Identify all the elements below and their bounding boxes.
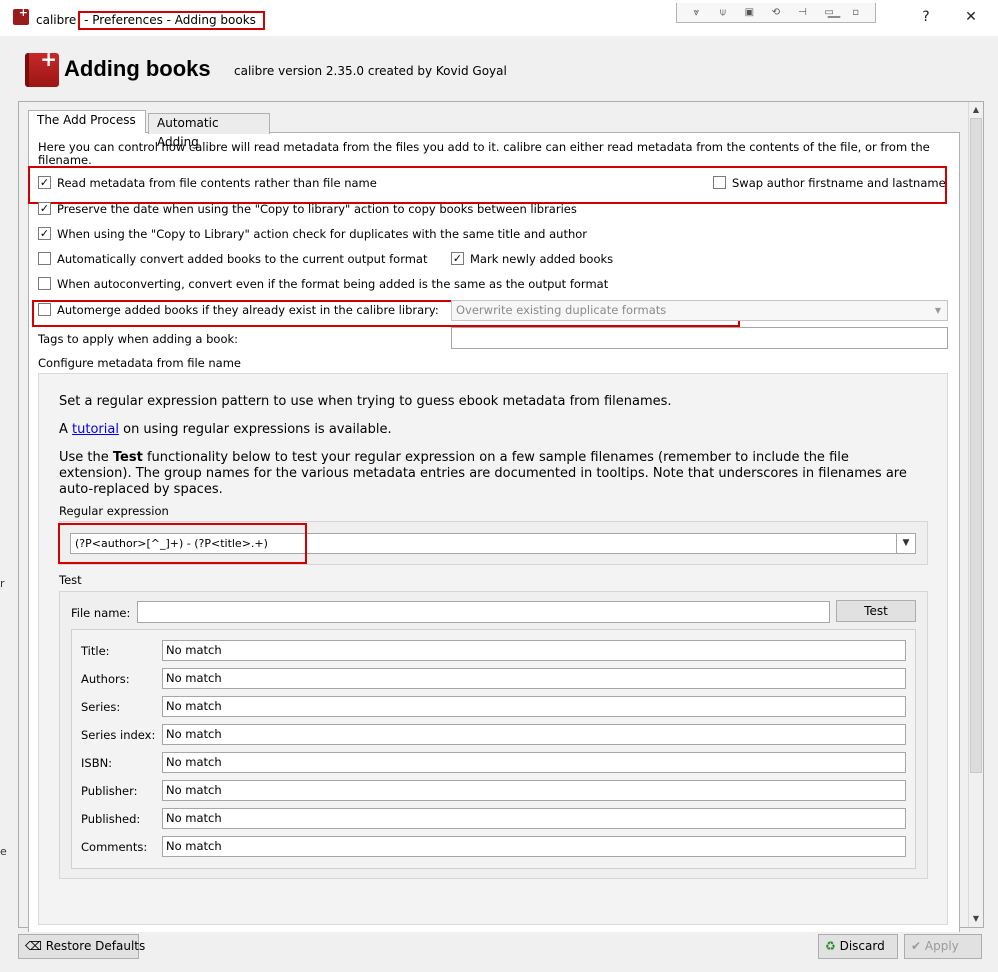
window-icon[interactable]: ▣ (739, 7, 759, 18)
result-published-field[interactable]: No match (162, 808, 906, 829)
tutorial-post: on using regular expressions is availabl… (123, 422, 392, 437)
rotate-icon[interactable]: ⟲ (766, 7, 786, 18)
convert-same-label: When autoconverting, convert even if the… (57, 277, 609, 291)
test-help-pre: Use the (59, 450, 109, 465)
result-isbn-label: ISBN: (81, 756, 113, 770)
read-metadata-checkbox[interactable]: ✓ (38, 176, 51, 189)
result-series-field[interactable]: No match (162, 696, 906, 717)
restore-arrow-icon: ⌫ (25, 939, 42, 953)
automerge-checkbox[interactable] (38, 303, 51, 316)
calibre-app-icon (13, 6, 29, 25)
tab-automatic-adding[interactable]: Automatic Adding (148, 113, 270, 149)
test-help-post: functionality below to test your regular… (59, 450, 907, 497)
highlight-box-regex (58, 523, 307, 564)
preserve-date-label: Preserve the date when using the "Copy t… (57, 202, 577, 216)
adding-books-icon (25, 47, 59, 87)
tab-add-process[interactable]: The Add Process (28, 110, 146, 133)
mark-new-label: Mark newly added books (470, 252, 614, 266)
test-results-box (71, 629, 916, 869)
result-published-label: Published: (81, 812, 141, 826)
file-name-label: File name: (71, 606, 131, 620)
window-title: calibre - Preferences - Adding books (36, 11, 265, 30)
swap-author-label: Swap author firstname and lastname (732, 176, 946, 190)
checkmark-icon: ✔ (911, 939, 922, 953)
configure-metadata-label: Configure metadata from file name (38, 356, 241, 370)
regex-label: Regular expression (59, 504, 169, 518)
result-series-index-field[interactable]: No match (162, 724, 906, 745)
scrollbar-thumb[interactable] (970, 118, 982, 773)
swap-author-checkbox[interactable] (713, 176, 726, 189)
result-series-index-label: Series index: (81, 728, 156, 742)
recycle-icon: ♻ (825, 939, 836, 953)
help-button[interactable]: ? (906, 5, 946, 29)
result-publisher-label: Publisher: (81, 784, 138, 798)
discard-button[interactable]: ♻ Discard (818, 934, 898, 959)
preserve-date-checkbox[interactable]: ✓ (38, 202, 51, 215)
result-isbn-field[interactable]: No match (162, 752, 906, 773)
apply-button[interactable]: ✔ Apply (904, 934, 982, 959)
result-title-label: Title: (81, 644, 110, 658)
window-titlebar: calibre - Preferences - Adding books ⩔ ⍦… (0, 0, 998, 36)
window-app-name: calibre (36, 13, 77, 27)
restore-defaults-label: Restore Defaults (45, 939, 146, 953)
result-comments-label: Comments: (81, 840, 148, 854)
auto-convert-checkbox[interactable] (38, 252, 51, 265)
version-subtitle: calibre version 2.35.0 created by Kovid … (234, 64, 507, 78)
check-duplicates-checkbox[interactable]: ✓ (38, 227, 51, 240)
test-group-label: Test (59, 573, 82, 587)
result-comments-field[interactable]: No match (162, 836, 906, 857)
read-metadata-label: Read metadata from file contents rather … (57, 176, 377, 190)
test-button[interactable]: Test (836, 600, 916, 622)
result-authors-label: Authors: (81, 672, 130, 686)
check-duplicates-label: When using the "Copy to Library" action … (57, 227, 588, 241)
file-name-input[interactable] (137, 601, 830, 623)
expand-icon[interactable]: ⩔ (686, 7, 706, 18)
automerge-label: Automerge added books if they already ex… (57, 303, 439, 317)
tutorial-link[interactable]: tutorial (72, 422, 119, 437)
tutorial-pre: A (59, 422, 68, 437)
vertical-scrollbar[interactable]: ▲ ▼ (968, 102, 982, 927)
test-help-text: Use the Test functionality below to test… (59, 450, 921, 498)
background-window-fragment: e (0, 845, 7, 858)
add-process-description: Here you can control how calibre will re… (38, 140, 930, 167)
dock-icon[interactable]: ⊣ (793, 7, 813, 18)
discard-label: Discard (839, 939, 885, 953)
background-window-fragment: r (0, 577, 5, 590)
pin-icon[interactable]: ⍦ (713, 7, 733, 18)
result-title-field[interactable]: No match (162, 640, 906, 661)
mark-new-checkbox[interactable]: ✓ (451, 252, 464, 265)
chevron-down-icon[interactable]: ▼ (896, 534, 915, 553)
tags-label: Tags to apply when adding a book: (38, 332, 239, 346)
result-authors-field[interactable]: No match (162, 668, 906, 689)
auto-convert-label: Automatically convert added books to the… (57, 252, 428, 266)
regex-intro-text: Set a regular expression pattern to use … (59, 394, 672, 409)
scroll-down-icon[interactable]: ▼ (969, 912, 983, 926)
scroll-up-icon[interactable]: ▲ (969, 103, 983, 117)
minimize-button[interactable]: — (814, 5, 854, 29)
result-series-label: Series: (81, 700, 121, 714)
convert-same-checkbox[interactable] (38, 277, 51, 290)
test-help-bold: Test (112, 450, 143, 465)
close-button[interactable]: ✕ (951, 5, 991, 29)
automerge-select-value: Overwrite existing duplicate formats (456, 303, 667, 317)
page-title: Adding books (64, 56, 211, 81)
automerge-select[interactable]: Overwrite existing duplicate formats ▼ (451, 300, 948, 321)
tags-input[interactable] (451, 327, 948, 349)
tutorial-text: A tutorial on using regular expressions … (59, 422, 921, 438)
chevron-down-icon: ▼ (934, 306, 941, 315)
window-title-highlight: - Preferences - Adding books (78, 11, 265, 30)
apply-label: Apply (924, 939, 959, 953)
restore-defaults-button[interactable]: ⌫ Restore Defaults (18, 934, 145, 959)
result-publisher-field[interactable]: No match (162, 780, 906, 801)
